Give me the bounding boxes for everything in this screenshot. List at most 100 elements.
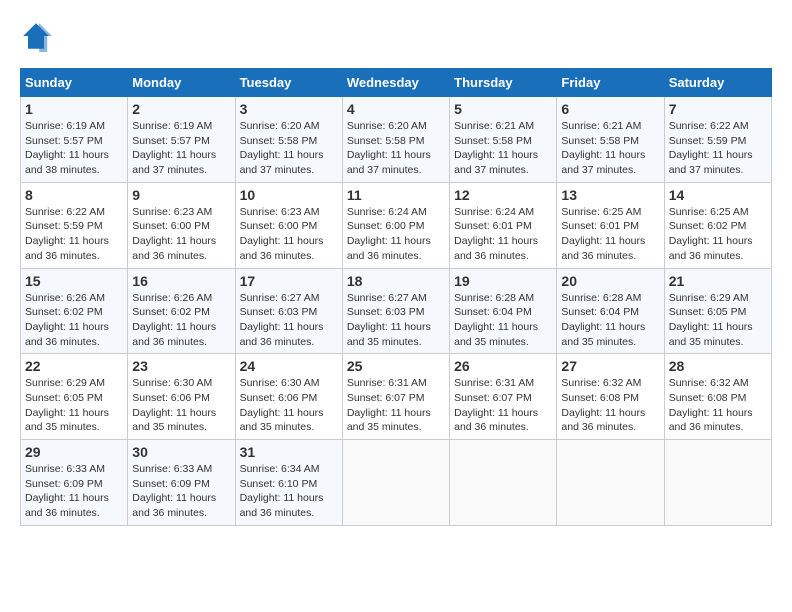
calendar-cell: 15 Sunrise: 6:26 AM Sunset: 6:02 PM Dayl… xyxy=(21,268,128,354)
day-info: Sunrise: 6:27 AM Sunset: 6:03 PM Dayligh… xyxy=(240,291,338,350)
day-number: 14 xyxy=(669,187,767,203)
day-info: Sunrise: 6:26 AM Sunset: 6:02 PM Dayligh… xyxy=(25,291,123,350)
day-info: Sunrise: 6:23 AM Sunset: 6:00 PM Dayligh… xyxy=(132,205,230,264)
day-info: Sunrise: 6:19 AM Sunset: 5:57 PM Dayligh… xyxy=(25,119,123,178)
calendar-cell: 2 Sunrise: 6:19 AM Sunset: 5:57 PM Dayli… xyxy=(128,97,235,183)
calendar-cell: 4 Sunrise: 6:20 AM Sunset: 5:58 PM Dayli… xyxy=(342,97,449,183)
day-info: Sunrise: 6:22 AM Sunset: 5:59 PM Dayligh… xyxy=(669,119,767,178)
calendar-cell: 12 Sunrise: 6:24 AM Sunset: 6:01 PM Dayl… xyxy=(450,182,557,268)
day-number: 23 xyxy=(132,358,230,374)
calendar-cell: 18 Sunrise: 6:27 AM Sunset: 6:03 PM Dayl… xyxy=(342,268,449,354)
day-info: Sunrise: 6:26 AM Sunset: 6:02 PM Dayligh… xyxy=(132,291,230,350)
calendar-cell: 16 Sunrise: 6:26 AM Sunset: 6:02 PM Dayl… xyxy=(128,268,235,354)
day-number: 17 xyxy=(240,273,338,289)
day-number: 25 xyxy=(347,358,445,374)
day-number: 16 xyxy=(132,273,230,289)
calendar-cell: 10 Sunrise: 6:23 AM Sunset: 6:00 PM Dayl… xyxy=(235,182,342,268)
day-number: 21 xyxy=(669,273,767,289)
day-number: 5 xyxy=(454,101,552,117)
logo xyxy=(20,20,58,52)
calendar-cell: 5 Sunrise: 6:21 AM Sunset: 5:58 PM Dayli… xyxy=(450,97,557,183)
calendar-cell: 9 Sunrise: 6:23 AM Sunset: 6:00 PM Dayli… xyxy=(128,182,235,268)
day-info: Sunrise: 6:32 AM Sunset: 6:08 PM Dayligh… xyxy=(561,376,659,435)
day-info: Sunrise: 6:28 AM Sunset: 6:04 PM Dayligh… xyxy=(561,291,659,350)
calendar-cell: 28 Sunrise: 6:32 AM Sunset: 6:08 PM Dayl… xyxy=(664,354,771,440)
calendar-cell: 20 Sunrise: 6:28 AM Sunset: 6:04 PM Dayl… xyxy=(557,268,664,354)
day-number: 8 xyxy=(25,187,123,203)
day-number: 30 xyxy=(132,444,230,460)
calendar-cell: 23 Sunrise: 6:30 AM Sunset: 6:06 PM Dayl… xyxy=(128,354,235,440)
day-info: Sunrise: 6:25 AM Sunset: 6:01 PM Dayligh… xyxy=(561,205,659,264)
day-number: 28 xyxy=(669,358,767,374)
day-number: 24 xyxy=(240,358,338,374)
day-info: Sunrise: 6:33 AM Sunset: 6:09 PM Dayligh… xyxy=(132,462,230,521)
calendar-cell xyxy=(664,440,771,526)
day-info: Sunrise: 6:28 AM Sunset: 6:04 PM Dayligh… xyxy=(454,291,552,350)
day-number: 20 xyxy=(561,273,659,289)
day-number: 18 xyxy=(347,273,445,289)
day-info: Sunrise: 6:23 AM Sunset: 6:00 PM Dayligh… xyxy=(240,205,338,264)
day-info: Sunrise: 6:24 AM Sunset: 6:00 PM Dayligh… xyxy=(347,205,445,264)
day-number: 13 xyxy=(561,187,659,203)
calendar-week-row: 29 Sunrise: 6:33 AM Sunset: 6:09 PM Dayl… xyxy=(21,440,772,526)
day-info: Sunrise: 6:31 AM Sunset: 6:07 PM Dayligh… xyxy=(347,376,445,435)
day-number: 4 xyxy=(347,101,445,117)
column-header-friday: Friday xyxy=(557,69,664,97)
calendar-cell: 3 Sunrise: 6:20 AM Sunset: 5:58 PM Dayli… xyxy=(235,97,342,183)
day-number: 22 xyxy=(25,358,123,374)
calendar-cell: 21 Sunrise: 6:29 AM Sunset: 6:05 PM Dayl… xyxy=(664,268,771,354)
page-header xyxy=(20,20,772,52)
calendar-cell: 25 Sunrise: 6:31 AM Sunset: 6:07 PM Dayl… xyxy=(342,354,449,440)
calendar-cell: 30 Sunrise: 6:33 AM Sunset: 6:09 PM Dayl… xyxy=(128,440,235,526)
day-number: 1 xyxy=(25,101,123,117)
day-number: 19 xyxy=(454,273,552,289)
column-header-wednesday: Wednesday xyxy=(342,69,449,97)
calendar-cell: 19 Sunrise: 6:28 AM Sunset: 6:04 PM Dayl… xyxy=(450,268,557,354)
calendar-week-row: 8 Sunrise: 6:22 AM Sunset: 5:59 PM Dayli… xyxy=(21,182,772,268)
calendar-cell xyxy=(342,440,449,526)
calendar-cell: 13 Sunrise: 6:25 AM Sunset: 6:01 PM Dayl… xyxy=(557,182,664,268)
calendar-cell: 11 Sunrise: 6:24 AM Sunset: 6:00 PM Dayl… xyxy=(342,182,449,268)
day-number: 10 xyxy=(240,187,338,203)
calendar-cell: 26 Sunrise: 6:31 AM Sunset: 6:07 PM Dayl… xyxy=(450,354,557,440)
calendar-cell: 31 Sunrise: 6:34 AM Sunset: 6:10 PM Dayl… xyxy=(235,440,342,526)
column-header-tuesday: Tuesday xyxy=(235,69,342,97)
day-info: Sunrise: 6:24 AM Sunset: 6:01 PM Dayligh… xyxy=(454,205,552,264)
calendar-cell: 7 Sunrise: 6:22 AM Sunset: 5:59 PM Dayli… xyxy=(664,97,771,183)
day-info: Sunrise: 6:29 AM Sunset: 6:05 PM Dayligh… xyxy=(669,291,767,350)
column-header-thursday: Thursday xyxy=(450,69,557,97)
calendar-cell: 24 Sunrise: 6:30 AM Sunset: 6:06 PM Dayl… xyxy=(235,354,342,440)
day-number: 6 xyxy=(561,101,659,117)
day-info: Sunrise: 6:29 AM Sunset: 6:05 PM Dayligh… xyxy=(25,376,123,435)
day-number: 26 xyxy=(454,358,552,374)
calendar-week-row: 1 Sunrise: 6:19 AM Sunset: 5:57 PM Dayli… xyxy=(21,97,772,183)
calendar-cell: 8 Sunrise: 6:22 AM Sunset: 5:59 PM Dayli… xyxy=(21,182,128,268)
day-number: 15 xyxy=(25,273,123,289)
day-info: Sunrise: 6:20 AM Sunset: 5:58 PM Dayligh… xyxy=(347,119,445,178)
day-info: Sunrise: 6:22 AM Sunset: 5:59 PM Dayligh… xyxy=(25,205,123,264)
day-info: Sunrise: 6:27 AM Sunset: 6:03 PM Dayligh… xyxy=(347,291,445,350)
day-info: Sunrise: 6:30 AM Sunset: 6:06 PM Dayligh… xyxy=(132,376,230,435)
day-info: Sunrise: 6:25 AM Sunset: 6:02 PM Dayligh… xyxy=(669,205,767,264)
day-number: 9 xyxy=(132,187,230,203)
column-header-sunday: Sunday xyxy=(21,69,128,97)
day-info: Sunrise: 6:30 AM Sunset: 6:06 PM Dayligh… xyxy=(240,376,338,435)
day-info: Sunrise: 6:31 AM Sunset: 6:07 PM Dayligh… xyxy=(454,376,552,435)
day-number: 7 xyxy=(669,101,767,117)
calendar-cell: 27 Sunrise: 6:32 AM Sunset: 6:08 PM Dayl… xyxy=(557,354,664,440)
day-number: 12 xyxy=(454,187,552,203)
day-number: 27 xyxy=(561,358,659,374)
day-number: 31 xyxy=(240,444,338,460)
day-info: Sunrise: 6:20 AM Sunset: 5:58 PM Dayligh… xyxy=(240,119,338,178)
day-number: 11 xyxy=(347,187,445,203)
day-info: Sunrise: 6:21 AM Sunset: 5:58 PM Dayligh… xyxy=(454,119,552,178)
logo-icon xyxy=(20,20,52,52)
calendar-cell: 29 Sunrise: 6:33 AM Sunset: 6:09 PM Dayl… xyxy=(21,440,128,526)
calendar-cell: 1 Sunrise: 6:19 AM Sunset: 5:57 PM Dayli… xyxy=(21,97,128,183)
day-number: 29 xyxy=(25,444,123,460)
day-number: 2 xyxy=(132,101,230,117)
calendar-cell: 6 Sunrise: 6:21 AM Sunset: 5:58 PM Dayli… xyxy=(557,97,664,183)
calendar-table: SundayMondayTuesdayWednesdayThursdayFrid… xyxy=(20,68,772,526)
day-info: Sunrise: 6:34 AM Sunset: 6:10 PM Dayligh… xyxy=(240,462,338,521)
day-info: Sunrise: 6:33 AM Sunset: 6:09 PM Dayligh… xyxy=(25,462,123,521)
